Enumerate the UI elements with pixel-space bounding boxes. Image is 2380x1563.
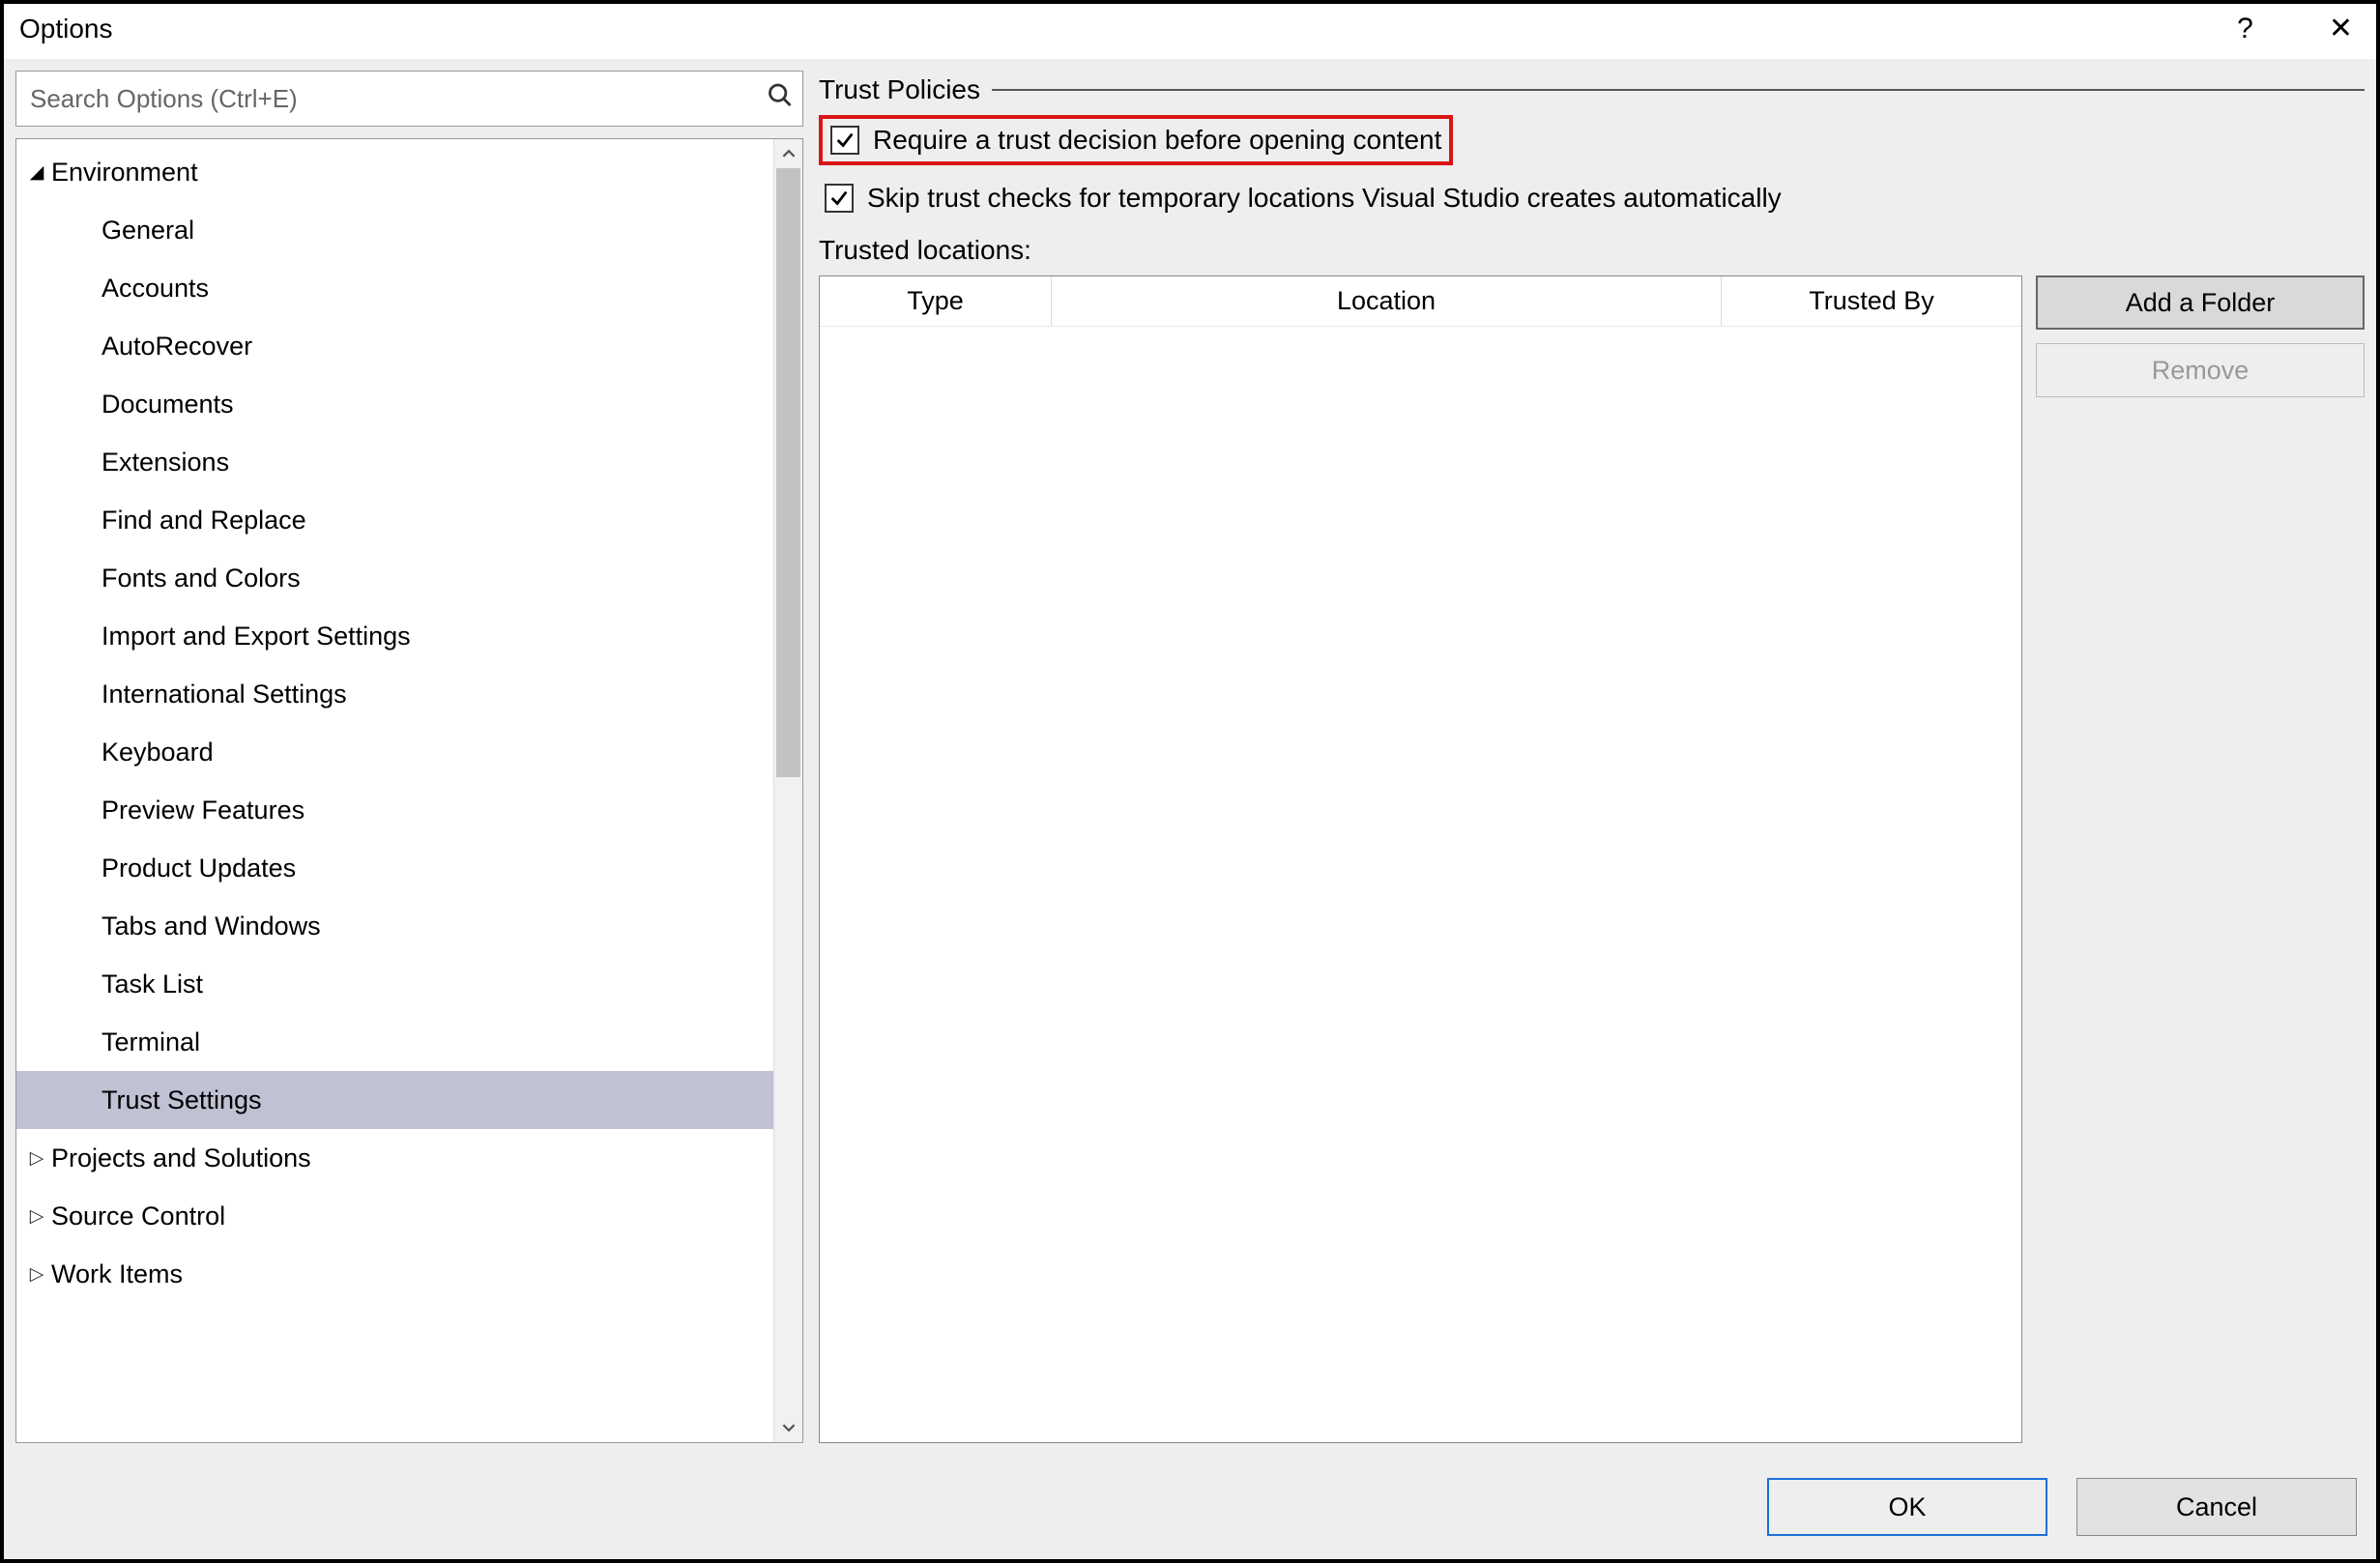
tree-item-product-updates[interactable]: Product Updates bbox=[16, 839, 773, 897]
tree-item-extensions[interactable]: Extensions bbox=[16, 433, 773, 491]
column-header-trusted-by[interactable]: Trusted By bbox=[1722, 276, 2021, 326]
scroll-down-icon[interactable] bbox=[774, 1413, 802, 1442]
tree-item-label: Trust Settings bbox=[102, 1085, 262, 1115]
tree-item-task-list[interactable]: Task List bbox=[16, 955, 773, 1013]
skip-temp-label: Skip trust checks for temporary location… bbox=[867, 183, 1782, 214]
tree-item-label: Terminal bbox=[102, 1028, 200, 1057]
expand-icon[interactable]: ▷ bbox=[26, 1147, 47, 1170]
tree-item-label: General bbox=[102, 216, 194, 246]
column-header-type[interactable]: Type bbox=[820, 276, 1052, 326]
tree-item-label: Preview Features bbox=[102, 796, 305, 825]
group-title: Trust Policies bbox=[819, 74, 980, 105]
tree-item-label: Documents bbox=[102, 390, 234, 420]
require-trust-label: Require a trust decision before opening … bbox=[873, 125, 1441, 156]
help-icon[interactable]: ? bbox=[2237, 13, 2253, 45]
window-title: Options bbox=[19, 14, 2237, 44]
trusted-locations-label: Trusted locations: bbox=[819, 235, 2365, 266]
column-header-location[interactable]: Location bbox=[1052, 276, 1722, 326]
collapse-icon[interactable]: ◢ bbox=[26, 161, 47, 184]
tree-item-keyboard[interactable]: Keyboard bbox=[16, 723, 773, 781]
tree-item-accounts[interactable]: Accounts bbox=[16, 259, 773, 317]
search-wrap bbox=[15, 71, 803, 127]
tree-item-label: AutoRecover bbox=[102, 332, 252, 362]
tree-item-autorecover[interactable]: AutoRecover bbox=[16, 317, 773, 375]
tree-item-international-settings[interactable]: International Settings bbox=[16, 665, 773, 723]
tree-item-label: Tabs and Windows bbox=[102, 912, 321, 941]
tree-item-terminal[interactable]: Terminal bbox=[16, 1013, 773, 1071]
tree-item-tabs-and-windows[interactable]: Tabs and Windows bbox=[16, 897, 773, 955]
require-trust-checkbox[interactable] bbox=[830, 126, 859, 155]
remove-button: Remove bbox=[2036, 343, 2365, 397]
tree-item-trust-settings[interactable]: Trust Settings bbox=[16, 1071, 773, 1129]
navigation-tree: ◢Environment General Accounts AutoRecover Do… bbox=[16, 139, 773, 1442]
tree-item-label: Fonts and Colors bbox=[102, 564, 301, 593]
tree-item-label: Product Updates bbox=[102, 854, 296, 883]
tree-scrollbar[interactable] bbox=[773, 139, 802, 1442]
tree-item-find-and-replace[interactable]: Find and Replace bbox=[16, 491, 773, 549]
tree-item-work-items[interactable]: ▷Work Items bbox=[16, 1245, 773, 1303]
tree-item-label: Projects and Solutions bbox=[51, 1143, 311, 1173]
titlebar: Options ? ✕ bbox=[4, 4, 2376, 59]
tree-item-label: Extensions bbox=[102, 448, 229, 478]
tree-item-label: Source Control bbox=[51, 1201, 225, 1231]
tree-item-label: International Settings bbox=[102, 680, 347, 709]
trust-policies-header: Trust Policies bbox=[819, 74, 2365, 105]
tree-item-label: Find and Replace bbox=[102, 506, 306, 535]
tree-item-label: Keyboard bbox=[102, 738, 214, 767]
scroll-up-icon[interactable] bbox=[774, 139, 802, 168]
cancel-button[interactable]: Cancel bbox=[2076, 1478, 2357, 1536]
tree-item-label: Environment bbox=[51, 158, 198, 188]
tree-item-label: Task List bbox=[102, 970, 203, 999]
add-folder-button[interactable]: Add a Folder bbox=[2036, 275, 2365, 330]
tree-item-projects-and-solutions[interactable]: ▷Projects and Solutions bbox=[16, 1129, 773, 1187]
tree-item-preview-features[interactable]: Preview Features bbox=[16, 781, 773, 839]
tree-item-general[interactable]: General bbox=[16, 201, 773, 259]
group-divider bbox=[992, 89, 2365, 91]
require-trust-row[interactable]: Require a trust decision before opening … bbox=[819, 115, 1453, 165]
tree-item-environment[interactable]: ◢Environment bbox=[16, 143, 773, 201]
tree-item-documents[interactable]: Documents bbox=[16, 375, 773, 433]
tree-item-import-and-export-settings[interactable]: Import and Export Settings bbox=[16, 607, 773, 665]
skip-temp-row[interactable]: Skip trust checks for temporary location… bbox=[819, 179, 2365, 217]
tree-item-label: Work Items bbox=[51, 1259, 183, 1289]
tree-item-fonts-and-colors[interactable]: Fonts and Colors bbox=[16, 549, 773, 607]
skip-temp-checkbox[interactable] bbox=[825, 184, 854, 213]
expand-icon[interactable]: ▷ bbox=[26, 1205, 47, 1228]
trusted-locations-table[interactable]: Type Location Trusted By bbox=[819, 275, 2022, 1443]
ok-button[interactable]: OK bbox=[1767, 1478, 2047, 1536]
tree-item-source-control[interactable]: ▷Source Control bbox=[16, 1187, 773, 1245]
tree-item-label: Import and Export Settings bbox=[102, 622, 411, 651]
tree-item-label: Accounts bbox=[102, 274, 209, 304]
scroll-thumb[interactable] bbox=[776, 168, 800, 777]
search-input[interactable] bbox=[15, 71, 803, 127]
expand-icon[interactable]: ▷ bbox=[26, 1263, 47, 1286]
close-icon[interactable]: ✕ bbox=[2321, 12, 2361, 45]
